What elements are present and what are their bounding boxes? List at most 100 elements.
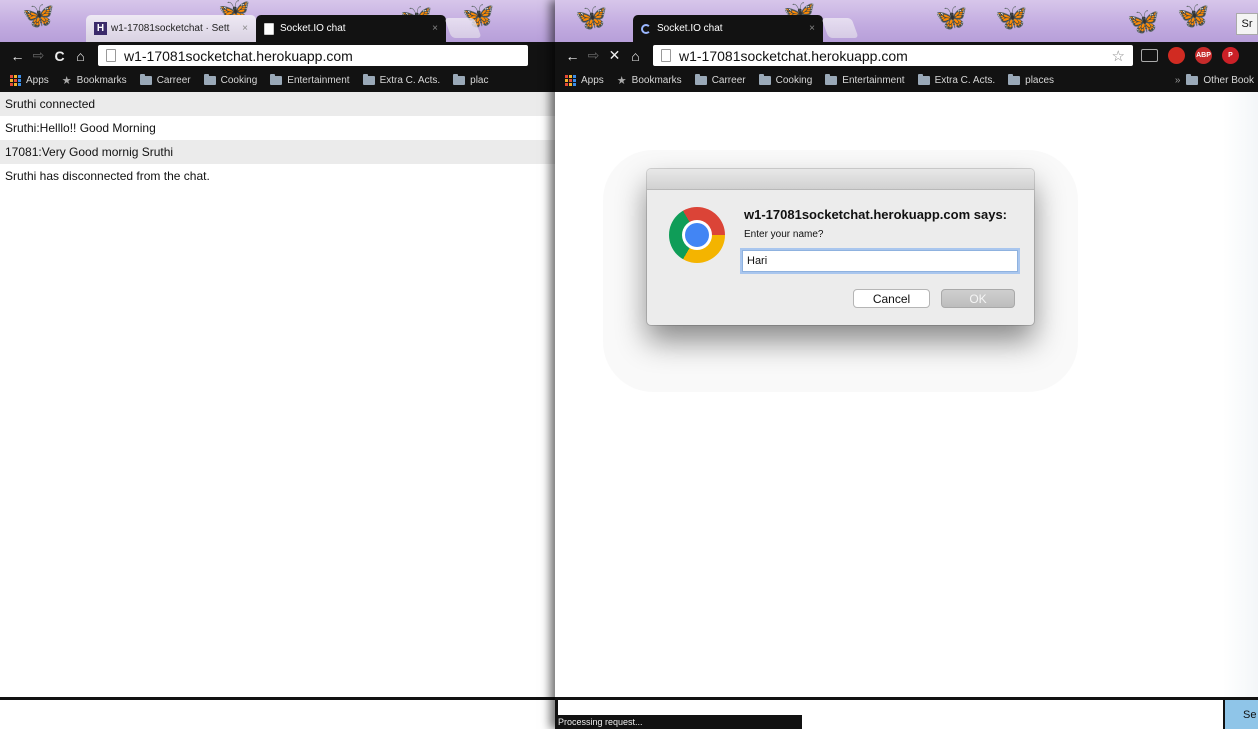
list-item: Sruthi has disconnected from the chat.	[5, 169, 210, 183]
back-icon[interactable]: ←	[563, 48, 582, 64]
butterfly-decoration-icon: 🦋	[1127, 6, 1160, 36]
bookmark-label: Bookmarks	[631, 75, 682, 86]
tab-close-icon[interactable]: ×	[428, 23, 438, 34]
send-button[interactable]: Se	[1223, 700, 1258, 729]
forward-icon[interactable]: ⇨	[584, 47, 603, 64]
star-icon: ★	[616, 75, 627, 87]
address-bar[interactable]: w1-17081socketchat.herokuapp.com	[98, 45, 528, 66]
folder-icon	[1186, 74, 1199, 85]
profile-button[interactable]: Sr	[1236, 13, 1258, 35]
chrome-logo-icon	[669, 207, 725, 263]
ok-button[interactable]: OK	[941, 289, 1015, 308]
bookmark-label: Carreer	[711, 75, 746, 86]
folder-icon	[453, 74, 466, 85]
bookmark-bookmarks[interactable]: ★ Bookmarks	[617, 74, 682, 87]
bookmark-folder-places[interactable]: plac	[453, 74, 489, 86]
screen: 🦋 🦋 🦋 🦋 H w1-17081socketchat · Sett × So…	[0, 0, 1258, 729]
folder-icon	[917, 74, 930, 85]
bookmark-apps[interactable]: Apps	[565, 75, 604, 86]
butterfly-decoration-icon: 🦋	[575, 2, 608, 32]
bookmark-label: Entertainment	[842, 75, 905, 86]
bookmark-folder-extra-c-acts[interactable]: Extra C. Acts.	[917, 74, 996, 86]
butterfly-decoration-icon: 🦋	[22, 0, 55, 30]
tab-settings[interactable]: H w1-17081socketchat · Sett ×	[86, 15, 256, 42]
page-icon	[661, 49, 671, 62]
butterfly-decoration-icon: 🦋	[1177, 0, 1210, 30]
pinterest-icon[interactable]: P	[1222, 47, 1239, 64]
folder-icon	[1008, 74, 1021, 85]
bookmark-folder-cooking[interactable]: Cooking	[203, 74, 258, 86]
list-item: Sruthi:Helllo!! Good Morning	[5, 121, 156, 135]
page-favicon-icon	[264, 22, 274, 35]
bookmark-label: Extra C. Acts.	[934, 75, 996, 86]
bookmark-folder-extra-c-acts[interactable]: Extra C. Acts.	[362, 74, 440, 86]
bookmark-label: Other Book	[1203, 75, 1254, 86]
tab-close-icon[interactable]: ×	[238, 23, 248, 34]
folder-icon	[270, 74, 283, 85]
new-tab-button[interactable]	[821, 18, 859, 38]
bookmarks-overflow-chevron-icon[interactable]: »	[1175, 75, 1181, 86]
bookmark-star-icon[interactable]: ☆	[1112, 47, 1125, 65]
page-icon	[106, 49, 116, 62]
dialog-prompt: Enter your name?	[744, 229, 824, 240]
apps-icon	[565, 75, 576, 86]
bookmark-folder-carreer[interactable]: Carreer	[694, 74, 746, 86]
left-toolbar: ← ⇨ C ⌂ w1-17081socketchat.herokuapp.com	[0, 42, 555, 69]
home-icon[interactable]: ⌂	[71, 48, 90, 64]
bookmark-folder-places[interactable]: places	[1008, 74, 1055, 86]
star-icon: ★	[61, 75, 72, 87]
tab-socketio-chat[interactable]: Socket.IO chat ×	[633, 15, 823, 42]
butterfly-decoration-icon: 🦋	[995, 2, 1028, 32]
right-toolbar: ← ⇨ ✕ ⌂ w1-17081socketchat.herokuapp.com…	[555, 42, 1258, 69]
bookmark-label: Apps	[581, 75, 604, 86]
tab-socketio-chat[interactable]: Socket.IO chat ×	[256, 15, 446, 42]
folder-icon	[758, 74, 771, 85]
dialog-titlebar[interactable]	[647, 169, 1034, 190]
bookmark-label: places	[1025, 75, 1055, 86]
bookmark-folder-entertainment[interactable]: Entertainment	[825, 74, 905, 86]
bookmark-label: Entertainment	[287, 75, 350, 86]
forward-icon[interactable]: ⇨	[29, 47, 48, 64]
stop-icon[interactable]: ✕	[605, 47, 624, 64]
url-text: w1-17081socketchat.herokuapp.com	[679, 47, 908, 64]
reload-icon[interactable]: C	[50, 48, 69, 64]
bookmark-label: plac	[470, 75, 489, 86]
right-bookmarks-bar: Apps ★ Bookmarks Carreer Cooking Enterta…	[555, 69, 1258, 92]
bookmark-folder-carreer[interactable]: Carreer	[139, 74, 191, 86]
message-input[interactable]	[0, 697, 555, 729]
dialog-heading: w1-17081socketchat.herokuapp.com says:	[744, 207, 1008, 222]
loading-spinner-icon	[641, 23, 651, 34]
left-bookmarks-bar: Apps ★ Bookmarks Carreer Cooking Enterta…	[0, 69, 555, 92]
status-bubble: Processing request...	[555, 715, 802, 729]
left-tab-strip: 🦋 🦋 🦋 🦋 H w1-17081socketchat · Sett × So…	[0, 0, 555, 42]
bookmark-label: Bookmarks	[76, 75, 127, 86]
name-input[interactable]	[742, 250, 1018, 272]
bookmark-folder-cooking[interactable]: Cooking	[758, 74, 812, 86]
tab-title: w1-17081socketchat · Sett	[111, 23, 230, 34]
url-text: w1-17081socketchat.herokuapp.com	[124, 47, 353, 64]
cast-icon[interactable]	[1141, 49, 1158, 62]
right-tab-strip: 🦋 🦋 🦋 🦋 🦋 🦋 Socket.IO chat × Sr	[555, 0, 1258, 42]
cancel-button[interactable]: Cancel	[853, 289, 930, 308]
bookmark-label: Apps	[26, 75, 49, 86]
bookmark-label: Cooking	[220, 75, 258, 86]
bookmark-apps[interactable]: Apps	[10, 75, 49, 86]
butterfly-decoration-icon: 🦋	[935, 2, 968, 32]
folder-icon	[694, 74, 707, 85]
extension-icons: ABP P	[1141, 47, 1239, 64]
list-item: Sruthi connected	[0, 92, 555, 116]
bookmark-folder-other[interactable]: Other Book	[1186, 74, 1254, 86]
stop-icon[interactable]	[1168, 47, 1185, 64]
back-icon[interactable]: ←	[8, 48, 27, 64]
bookmark-folder-entertainment[interactable]: Entertainment	[270, 74, 350, 86]
bookmark-bookmarks[interactable]: ★ Bookmarks	[62, 74, 127, 87]
home-icon[interactable]: ⌂	[626, 48, 645, 64]
list-item: 17081:Very Good mornig Sruthi	[0, 140, 555, 164]
tab-title: Socket.IO chat	[657, 23, 723, 34]
tab-close-icon[interactable]: ×	[805, 23, 815, 34]
adblock-plus-icon[interactable]: ABP	[1195, 47, 1212, 64]
page-edge	[1223, 92, 1258, 697]
address-bar[interactable]: w1-17081socketchat.herokuapp.com ☆	[653, 45, 1133, 66]
heroku-favicon-icon: H	[94, 22, 107, 35]
message-list: Sruthi connected Sruthi:Helllo!! Good Mo…	[0, 92, 555, 188]
